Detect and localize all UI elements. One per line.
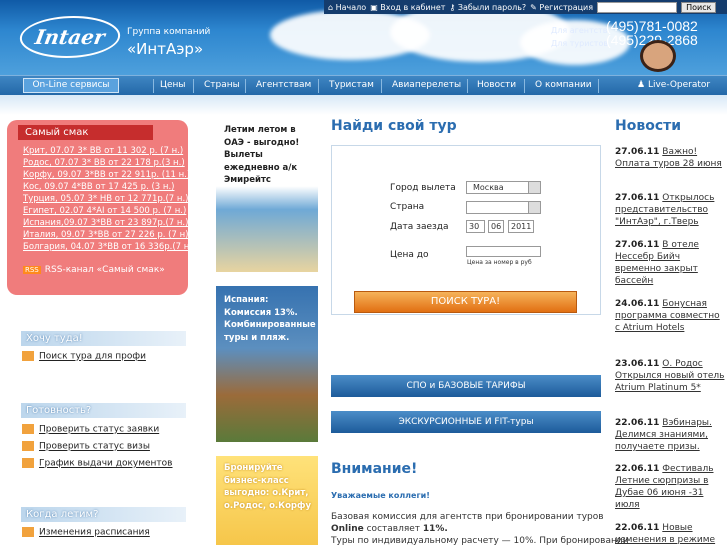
search-tour-button[interactable]: ПОИСК ТУРА! [354, 291, 577, 313]
register-link[interactable]: ✎ Регистрация [530, 3, 593, 12]
nav-tourists[interactable]: Туристам [329, 80, 374, 90]
date-day-input[interactable]: 30 [466, 220, 485, 233]
smak-item[interactable]: Турция, 05.07 3* HB от 12 771р.(7 н.) [23, 194, 188, 204]
fit-button[interactable]: ЭКСКУРСИОННЫЕ И FIT-туры [331, 411, 601, 433]
smak-item[interactable]: Испания,09.07 3*BB от 23 897р.(7 н.) [23, 218, 188, 228]
check-visa-link[interactable]: Проверить статус визы [22, 441, 150, 452]
arrow-icon [22, 458, 34, 468]
arrow-icon [22, 527, 34, 537]
nav-live-operator[interactable]: ♟ Live-Operator [637, 80, 710, 90]
attention-subtitle: Уважаемые коллеги! [331, 491, 430, 500]
rss-icon: RSS [23, 266, 41, 274]
key-icon: ⚷ [449, 2, 456, 12]
register-icon: ✎ [530, 2, 537, 12]
login-icon: ▣ [370, 2, 378, 12]
news-item[interactable]: 24.06.11 Бонусная программа совместно с … [615, 298, 725, 334]
news-item[interactable]: 27.06.11 Открылось представительство "Ин… [615, 192, 725, 228]
news-title: Новости [615, 118, 682, 134]
group-caption: Группа компаний [127, 27, 211, 37]
news-item[interactable]: 27.06.11 Важно! Оплата туров 28 июня [615, 146, 725, 170]
arrow-icon [22, 424, 34, 434]
arrow-icon [22, 351, 34, 361]
smak-item[interactable]: Кос, 09.07 4*BB от 17 425 р. (3 н.) [23, 182, 174, 192]
date-year-input[interactable]: 2011 [508, 220, 534, 233]
news-item[interactable]: 27.06.11 В отеле Нессебр Бийч временно з… [615, 239, 725, 287]
smak-item[interactable]: Италия, 09.07 3*BB от 27 226 р. (7 н) [23, 230, 188, 240]
search-button[interactable]: Поиск [681, 1, 717, 13]
news-item[interactable]: 22.06.11 Новые изменения в режиме [615, 522, 725, 546]
news-item[interactable]: 22.06.11 Вэбинары. Делимся знаниями, пол… [615, 417, 725, 453]
nav-divider [193, 79, 194, 93]
attention-line: Online составляет 11%. [331, 524, 448, 534]
banner-spain[interactable]: Испания: Комиссия 13%. Комбинированные т… [216, 286, 318, 442]
nav-divider [381, 79, 382, 93]
nav-agencies[interactable]: Агентствам [256, 80, 311, 90]
smak-item[interactable]: Родос, 07.07 3* BB от 22 178 р.(3 н.) [23, 158, 185, 168]
country-label: Страна [390, 202, 425, 212]
smak-item[interactable]: Болгария, 04.07 3*BB от 16 336р.(7 н.) [23, 242, 195, 252]
page-gradient [0, 95, 727, 115]
city-select[interactable]: Москва [466, 181, 541, 194]
nav-divider [467, 79, 468, 93]
forgot-link[interactable]: ⚷ Забыли пароль? [449, 3, 526, 12]
banner-business[interactable]: Бронируйте бизнес-класс выгодно: о.Крит,… [216, 456, 318, 545]
nav-divider [245, 79, 246, 93]
nav-countries[interactable]: Страны [204, 80, 240, 90]
top-bar: ⌂ Начало ▣ Вход в кабинет ⚷ Забыли парол… [324, 0, 727, 14]
smak-item[interactable]: Корфу, 09.07 3*BB от 22 911р. (11 н.) [23, 170, 190, 180]
nav-flights[interactable]: Авиаперелеты [392, 80, 461, 90]
schedule-changes-link[interactable]: Изменения расписания [22, 527, 150, 538]
nav-divider [153, 79, 154, 93]
want-title: Хочу туда! [21, 331, 186, 346]
nav-news[interactable]: Новости [477, 80, 516, 90]
arrow-icon [22, 441, 34, 451]
phone-label-tourists: Для туристов [551, 39, 609, 48]
date-month-input[interactable]: 06 [488, 220, 504, 233]
price-label: Цена до [390, 250, 429, 260]
price-input[interactable] [466, 246, 541, 257]
smak-item[interactable]: Египет, 02.07 4*AI от 14 500 р. (7 н.) [23, 206, 186, 216]
person-icon: ♟ [637, 80, 646, 90]
smak-item[interactable]: Крит, 07.07 3* BB от 11 302 р. (7 н.) [23, 146, 183, 156]
city-label: Город вылета [390, 183, 456, 193]
documents-schedule-link[interactable]: График выдачи документов [22, 458, 173, 469]
home-link[interactable]: ⌂ Начало [328, 3, 366, 12]
attention-title: Внимание! [331, 461, 418, 477]
nav-about[interactable]: О компании [535, 80, 592, 90]
spo-button[interactable]: СПО и БАЗОВЫЕ ТАРИФЫ [331, 375, 601, 397]
nav-divider [318, 79, 319, 93]
banner-uae[interactable]: Летим летом в ОАЭ - выгодно! Вылеты ежед… [216, 116, 318, 272]
login-link[interactable]: ▣ Вход в кабинет [370, 3, 445, 12]
check-order-link[interactable]: Проверить статус заявки [22, 424, 159, 435]
when-title: Когда летим? [21, 507, 186, 522]
profi-search-link[interactable]: Поиск тура для профи [22, 351, 146, 362]
rss-link[interactable]: RSS RSS-канал «Самый смак» [23, 265, 165, 275]
operator-avatar [640, 40, 676, 72]
date-label: Дата заезда [390, 222, 449, 232]
phone-label-agency: Для агентств [551, 26, 608, 35]
price-hint: Цена за номер в руб [467, 259, 532, 266]
nav-prices[interactable]: Цены [160, 80, 186, 90]
home-icon: ⌂ [328, 2, 334, 12]
logo[interactable]: Intaer [16, 16, 124, 58]
group-name: «ИнтАэр» [127, 40, 204, 58]
main-nav: On-Line сервисы Цены Страны Агентствам Т… [0, 75, 727, 95]
nav-divider [524, 79, 525, 93]
news-item[interactable]: 23.06.11 О. Родос Открылся новый отель A… [615, 358, 725, 394]
country-select[interactable] [466, 201, 541, 214]
nav-online-services[interactable]: On-Line сервисы [23, 78, 119, 93]
search-title: Найди свой тур [331, 118, 457, 134]
smak-title: Самый смак [18, 125, 153, 140]
ready-title: Готовность? [21, 403, 186, 418]
header: Intaer Группа компаний «ИнтАэр» ⌂ Начало… [0, 0, 727, 75]
news-item[interactable]: 22.06.11 Фестиваль Летние сюрпризы в Дуб… [615, 463, 725, 511]
attention-line: Базовая комиссия для агентств при бронир… [331, 512, 604, 522]
nav-divider [598, 79, 599, 93]
search-input[interactable] [597, 1, 678, 13]
